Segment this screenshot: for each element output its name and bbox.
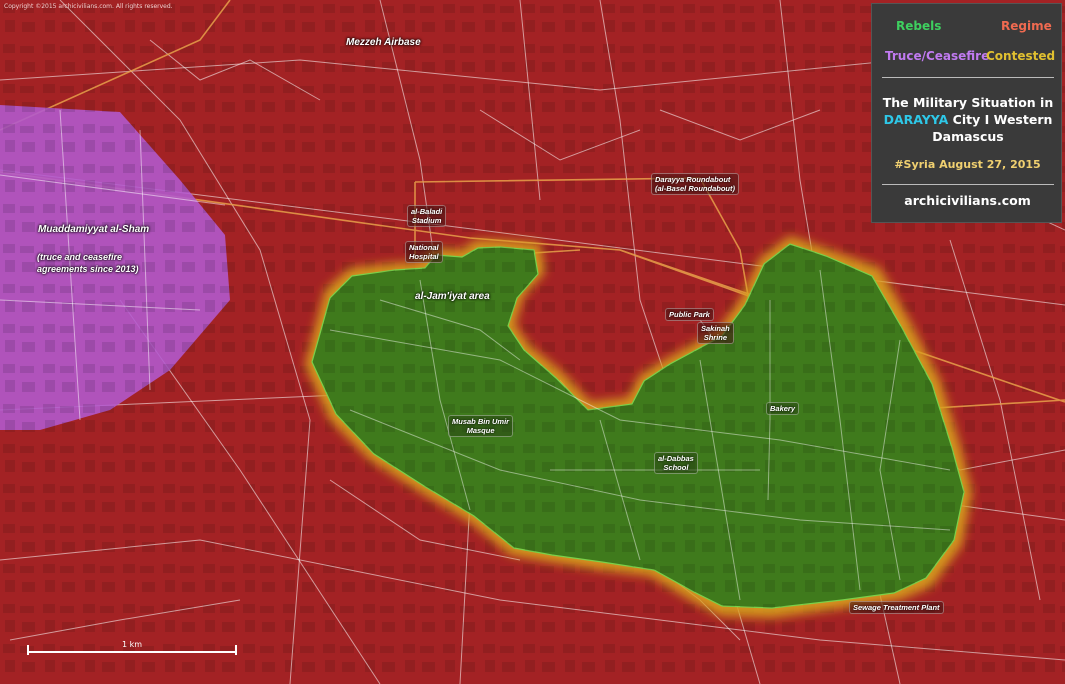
stadium-line-1: al-Baladi <box>411 207 443 216</box>
title-line-2-rest: City I Western <box>948 112 1053 127</box>
label-jamiyat-area: al-Jam'iyat area <box>415 291 490 302</box>
roundabout-line-1: Darayya Roundabout <box>655 175 731 184</box>
hospital-line-1: National <box>409 243 439 252</box>
website-label: archicivilians.com <box>904 193 1031 208</box>
legend-truce: Truce/Ceasefire <box>885 49 990 63</box>
roundabout-line-2: (al-Basel Roundabout) <box>655 184 735 193</box>
school-line-2: School <box>663 463 689 472</box>
label-national-hospital: National Hospital <box>405 241 443 263</box>
shrine-line-2: Shrine <box>703 333 728 342</box>
map-date: #Syria August 27, 2015 <box>894 158 1041 171</box>
label-al-dabbas-school: al-Dabbas School <box>654 452 698 474</box>
mosque-line-1: Musab Bin Umir <box>452 417 510 426</box>
scale-tick-left <box>27 645 29 655</box>
scale-bar: 1 km <box>27 640 237 655</box>
label-sakinah-shrine: Sakinah Shrine <box>697 322 734 344</box>
label-musab-bin-umir-masque: Musab Bin Umir Masque <box>448 415 514 437</box>
legend-panel: Rebels Regime Truce/Ceasefire Contested … <box>871 3 1062 223</box>
scale-label: 1 km <box>121 640 143 649</box>
legend-contested: Contested <box>986 49 1056 63</box>
label-darayya-roundabout: Darayya Roundabout (al-Basel Roundabout) <box>651 173 739 195</box>
label-al-baladi-stadium: al-Baladi Stadium <box>407 205 447 227</box>
label-bakery: Bakery <box>766 402 800 415</box>
title-highlight: DARAYYA <box>883 112 949 127</box>
label-mezzeh-airbase: Mezzeh Airbase <box>346 37 421 48</box>
label-sewage-treatment-plant: Sewage Treatment Plant <box>849 601 944 614</box>
legend-rebels: Rebels <box>896 19 942 33</box>
shrine-line-1: Sakinah <box>701 324 730 333</box>
legend-regime: Regime <box>1001 19 1052 33</box>
stadium-line-2: Stadium <box>411 216 442 225</box>
label-muadamiyat: Muaddamiyyat al-Sham <box>38 224 150 235</box>
scale-tick-right <box>235 645 237 655</box>
legend-divider-top <box>882 77 1054 78</box>
mosque-line-2: Masque <box>466 426 495 435</box>
school-line-1: al-Dabbas <box>658 454 694 463</box>
map-title: The Military Situation in DARAYYA City I… <box>878 94 1058 145</box>
title-line-2: DARAYYA City I Western <box>878 111 1058 128</box>
scale-line <box>27 651 237 653</box>
label-truce-note-2: agreements since 2013) <box>37 264 139 274</box>
hospital-line-2: Hospital <box>409 252 439 261</box>
title-line-1: The Military Situation in <box>882 95 1054 110</box>
title-line-3: Damascus <box>932 129 1004 144</box>
copyright-text: Copyright ©2015 archicivilians.com. All … <box>4 3 173 10</box>
legend-divider-bottom <box>882 184 1054 185</box>
label-truce-note-1: (truce and ceasefire <box>37 252 123 262</box>
label-public-park: Public Park <box>665 308 714 321</box>
